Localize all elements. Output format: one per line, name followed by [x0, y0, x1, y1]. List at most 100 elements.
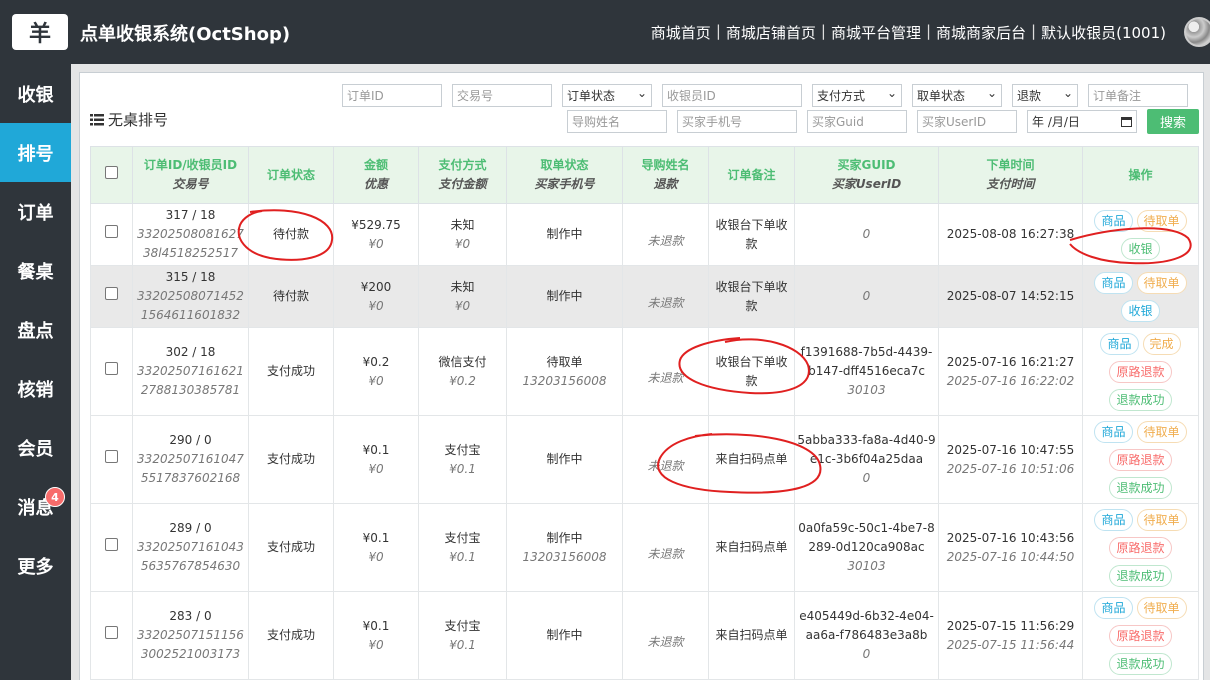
col-header-order-id[interactable]: 订单ID/收银员ID 交易号	[132, 146, 249, 204]
nav-platform-admin[interactable]: 商城平台管理	[831, 22, 921, 43]
sidebar-item-verify[interactable]: 核销	[0, 359, 71, 418]
app-title: 点单收银系统(OctShop)	[80, 24, 291, 45]
col-header-amount[interactable]: 金额 优惠	[333, 146, 419, 204]
select-all-checkbox[interactable]	[105, 165, 118, 179]
refund-select[interactable]: 退款	[1012, 84, 1078, 107]
pay-method-select[interactable]: 支付方式	[812, 84, 902, 107]
trade-no-input[interactable]: 交易号	[452, 84, 552, 107]
op-button[interactable]: 待取单	[1136, 508, 1187, 531]
search-button[interactable]: 搜索	[1147, 109, 1199, 134]
date-input-value: 年 /月/日	[1032, 115, 1080, 129]
op-button[interactable]: 退款成功	[1109, 652, 1172, 675]
order-id-input[interactable]: 订单ID	[342, 84, 442, 107]
col-header-label: 订单状态	[266, 167, 315, 182]
order-id-cell: 317 / 18 3320250808162738l4518252517	[132, 203, 249, 266]
op-button[interactable]: 收银	[1121, 299, 1160, 322]
col-header-order-time[interactable]: 下单时间 支付时间	[938, 146, 1083, 204]
pay-time: 2025-07-15 11:56:44	[946, 637, 1075, 652]
sidebar-item-cashier[interactable]: 收银	[0, 64, 71, 123]
cashier-id-input[interactable]: 收银员ID	[662, 84, 802, 107]
buyer-guid-input[interactable]: 买家Guid	[807, 110, 907, 133]
table-row[interactable]: 315 / 18 332025080714521564611601832 待付款 …	[90, 265, 1199, 328]
order-status-select[interactable]: 订单状态	[562, 84, 652, 107]
order-status: 支付成功	[266, 452, 315, 466]
table-row[interactable]: 283 / 0 332025071511563002521003173 支付成功 …	[90, 591, 1199, 680]
col-header-buyer-guid[interactable]: 买家GUID 买家UserID	[794, 146, 939, 204]
sidebar-item-orders[interactable]: 订单	[0, 182, 71, 241]
buyer-userid-input[interactable]: 买家UserID	[917, 110, 1017, 133]
col-header-order-status[interactable]: 订单状态	[248, 146, 334, 204]
op-button[interactable]: 原路退款	[1109, 360, 1172, 383]
row-select-cell	[90, 415, 133, 504]
op-button[interactable]: 商品	[1094, 209, 1133, 232]
remark-input[interactable]: 订单备注	[1088, 84, 1188, 107]
op-button[interactable]: 收银	[1121, 237, 1160, 260]
col-header-sublabel: 退款	[653, 177, 678, 191]
op-button[interactable]: 原路退款	[1109, 536, 1172, 559]
order-remark: 收银台下单收款	[715, 217, 788, 251]
col-header-label: 金额	[363, 158, 388, 172]
row-checkbox[interactable]	[105, 287, 118, 300]
date-input[interactable]: 年 /月/日	[1027, 110, 1137, 133]
op-button[interactable]: 商品	[1094, 508, 1133, 531]
row-checkbox[interactable]	[105, 362, 118, 375]
guide-name-input[interactable]: 导购姓名	[567, 110, 667, 133]
amount: ¥0.1	[362, 442, 390, 457]
table-row[interactable]: 290 / 0 332025071610475517837602168 支付成功 …	[90, 415, 1199, 504]
col-header-actions: 操作	[1082, 146, 1199, 204]
order-status: 待付款	[272, 227, 309, 241]
op-button[interactable]: 退款成功	[1109, 564, 1172, 587]
row-checkbox[interactable]	[105, 450, 118, 463]
op-button[interactable]: 商品	[1094, 596, 1133, 619]
op-button[interactable]: 原路退款	[1109, 448, 1172, 471]
app-logo[interactable]: 羊	[12, 14, 68, 50]
nav-store-home[interactable]: 商城店铺首页	[726, 22, 816, 43]
pickup-cell: 制作中	[506, 591, 623, 680]
buyer-userid: 0	[862, 471, 871, 485]
nav-merchant-backend[interactable]: 商城商家后台	[936, 22, 1026, 43]
pickup-cell: 制作中	[506, 265, 623, 328]
buyer-phone-input[interactable]: 买家手机号	[677, 110, 797, 133]
op-button[interactable]: 商品	[1100, 332, 1139, 355]
op-button[interactable]: 退款成功	[1109, 388, 1172, 411]
sidebar-item-tables[interactable]: 餐桌	[0, 241, 71, 300]
row-checkbox[interactable]	[105, 538, 118, 551]
row-checkbox[interactable]	[105, 626, 118, 639]
table-row[interactable]: 317 / 18 3320250808162738l4518252517 待付款 …	[90, 203, 1199, 266]
nav-current-cashier[interactable]: 默认收银员(1001)	[1041, 22, 1166, 43]
op-button[interactable]: 退款成功	[1109, 476, 1172, 499]
table-row[interactable]: 302 / 18 332025071616212788130385781 支付成功…	[90, 327, 1199, 416]
col-header-pay-method[interactable]: 支付方式 支付金额	[418, 146, 507, 204]
avatar[interactable]	[1184, 17, 1210, 47]
calendar-icon[interactable]	[1121, 116, 1132, 127]
op-button[interactable]: 原路退款	[1109, 624, 1172, 647]
col-header-guide[interactable]: 导购姓名 退款	[622, 146, 709, 204]
col-header-remark[interactable]: 订单备注	[708, 146, 795, 204]
pay-method: 未知	[450, 279, 475, 294]
sidebar-item-more[interactable]: 更多	[0, 536, 71, 595]
sidebar-item-queue[interactable]: 排号	[0, 123, 71, 182]
sidebar-item-members[interactable]: 会员	[0, 418, 71, 477]
col-header-sublabel: 支付金额	[438, 177, 487, 191]
order-time: 2025-08-07 14:52:15	[946, 289, 1075, 303]
op-button[interactable]: 待取单	[1136, 209, 1187, 232]
row-checkbox[interactable]	[105, 225, 118, 238]
sidebar-item-label: 餐桌	[17, 261, 54, 283]
op-button[interactable]: 商品	[1094, 271, 1133, 294]
col-header-pickup-status[interactable]: 取单状态 买家手机号	[506, 146, 623, 204]
nav-mall-home[interactable]: 商城首页	[651, 22, 711, 43]
col-header-label: 取单状态	[540, 158, 589, 172]
op-button[interactable]: 待取单	[1136, 271, 1187, 294]
op-button[interactable]: 待取单	[1136, 596, 1187, 619]
pickup-status-select[interactable]: 取单状态	[912, 84, 1002, 107]
col-header-label: 操作	[1128, 167, 1153, 182]
op-button[interactable]: 商品	[1094, 420, 1133, 443]
time-cell: 2025-08-08 16:27:38	[938, 203, 1083, 266]
op-button[interactable]: 待取单	[1136, 420, 1187, 443]
sidebar-item-inventory[interactable]: 盘点	[0, 300, 71, 359]
op-button[interactable]: 完成	[1142, 332, 1181, 355]
refund-select-value: 退款	[1017, 89, 1042, 103]
sidebar-item-messages[interactable]: 消息 4	[0, 477, 71, 536]
table-row[interactable]: 289 / 0 332025071610435635767854630 支付成功 …	[90, 503, 1199, 592]
pay-cell: 微信支付 ¥0.2	[418, 327, 507, 416]
